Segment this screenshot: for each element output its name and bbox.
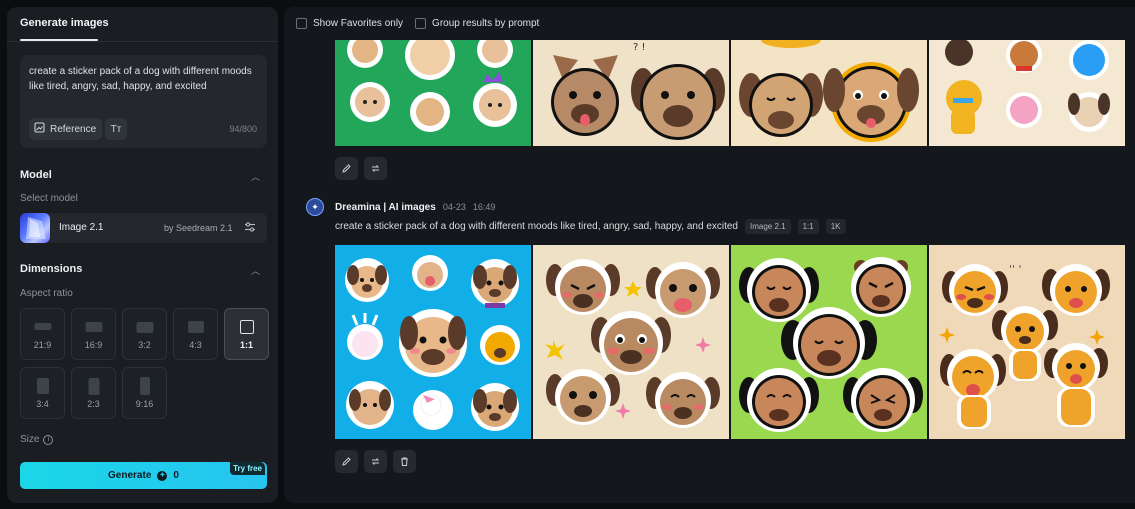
- tab-generate-images[interactable]: Generate images: [20, 17, 109, 29]
- prompt-input[interactable]: create a sticker pack of a dog with diff…: [20, 55, 267, 148]
- filter-bar: Show Favorites only Group results by pro…: [284, 7, 1135, 40]
- ratio-option-4-3[interactable]: 4:3: [173, 308, 218, 360]
- generated-image[interactable]: [335, 40, 531, 146]
- info-icon[interactable]: i: [43, 434, 54, 445]
- previous-actions: [335, 157, 387, 180]
- panel-tabbar: Generate images: [7, 7, 278, 42]
- generated-image[interactable]: '' ': [929, 245, 1125, 439]
- sliders-icon[interactable]: [244, 221, 256, 236]
- ratio-option-21-9[interactable]: 21:9: [20, 308, 65, 360]
- char-count: 94/800: [229, 124, 257, 134]
- image-row-previous: ? !: [335, 40, 1125, 146]
- model-selector[interactable]: Image 2.1 by Seedream 2.1: [20, 213, 267, 243]
- model-section-title[interactable]: Model: [20, 169, 52, 181]
- generated-image[interactable]: ? !: [533, 40, 729, 146]
- result-prompt[interactable]: create a sticker pack of a dog with diff…: [335, 221, 738, 232]
- reference-button[interactable]: Reference: [29, 118, 103, 140]
- show-favorites-checkbox[interactable]: Show Favorites only: [296, 18, 403, 29]
- edit-icon[interactable]: [335, 450, 358, 473]
- result-header: ✦ Dreamina | AI images 04-23 16:49: [306, 198, 495, 216]
- result-prompt-line: create a sticker pack of a dog with diff…: [335, 219, 846, 234]
- result-date: 04-23: [442, 202, 466, 212]
- group-by-prompt-checkbox[interactable]: Group results by prompt: [415, 18, 539, 29]
- ratio-option-3-2[interactable]: 3:2: [122, 308, 167, 360]
- generate-button[interactable]: Generate ✦ 0 Try free: [20, 462, 267, 489]
- select-model-label: Select model: [20, 193, 78, 204]
- tab-active-indicator: [20, 39, 98, 41]
- image-row-current: '' ': [335, 245, 1125, 439]
- ratio-option-2-3[interactable]: 2:3: [71, 367, 116, 419]
- ratio-option-16-9[interactable]: 16:9: [71, 308, 116, 360]
- reference-label: Reference: [50, 123, 97, 135]
- model-thumbnail: [20, 213, 50, 243]
- checkbox-icon[interactable]: [296, 18, 307, 29]
- generation-panel: Generate images create a sticker pack of…: [7, 7, 278, 503]
- checkbox-icon[interactable]: [415, 18, 427, 29]
- generated-image[interactable]: [533, 245, 729, 439]
- image-reference-icon: [34, 122, 45, 136]
- result-brand: Dreamina | AI images: [335, 201, 436, 213]
- result-time: 16:49: [472, 202, 496, 212]
- ratio-badge: 1:1: [797, 219, 819, 234]
- credit-coin-icon: ✦: [157, 470, 168, 481]
- aspect-ratio-label: Aspect ratio: [20, 288, 73, 299]
- trash-icon[interactable]: [393, 450, 416, 473]
- model-provider: by Seedream 2.1: [164, 223, 233, 233]
- chevron-up-icon[interactable]: ︿: [251, 170, 260, 183]
- generate-cost: 0: [173, 470, 179, 481]
- dreamina-logo-icon: ✦: [306, 198, 324, 216]
- generated-image[interactable]: [731, 245, 927, 439]
- generated-image[interactable]: [731, 40, 927, 146]
- svg-text:? !: ? !: [633, 42, 646, 53]
- text-style-icon: Tт: [110, 123, 122, 135]
- prompt-text[interactable]: create a sticker pack of a dog with diff…: [29, 64, 254, 94]
- try-free-badge: Try free: [230, 462, 265, 475]
- dimensions-section-title[interactable]: Dimensions: [20, 263, 82, 275]
- generated-image[interactable]: [335, 245, 531, 439]
- ratio-option-9-16[interactable]: 9:16: [122, 367, 167, 419]
- generated-image[interactable]: [929, 40, 1125, 146]
- model-name: Image 2.1: [59, 222, 104, 233]
- regenerate-icon[interactable]: [364, 157, 387, 180]
- size-label: Size i: [20, 434, 54, 445]
- ratio-option-1-1[interactable]: 1:1: [224, 308, 269, 360]
- edit-icon[interactable]: [335, 157, 358, 180]
- regenerate-icon[interactable]: [364, 450, 387, 473]
- resolution-badge: 1K: [825, 219, 846, 234]
- text-style-button[interactable]: Tт: [105, 118, 127, 140]
- model-badge: Image 2.1: [745, 219, 791, 234]
- svg-text:'' ': '' ': [1009, 263, 1022, 276]
- chevron-up-icon[interactable]: ︿: [251, 264, 260, 277]
- results-feed: Show Favorites only Group results by pro…: [284, 7, 1135, 503]
- ratio-option-3-4[interactable]: 3:4: [20, 367, 65, 419]
- current-actions: [335, 450, 416, 473]
- generate-label: Generate: [108, 470, 152, 481]
